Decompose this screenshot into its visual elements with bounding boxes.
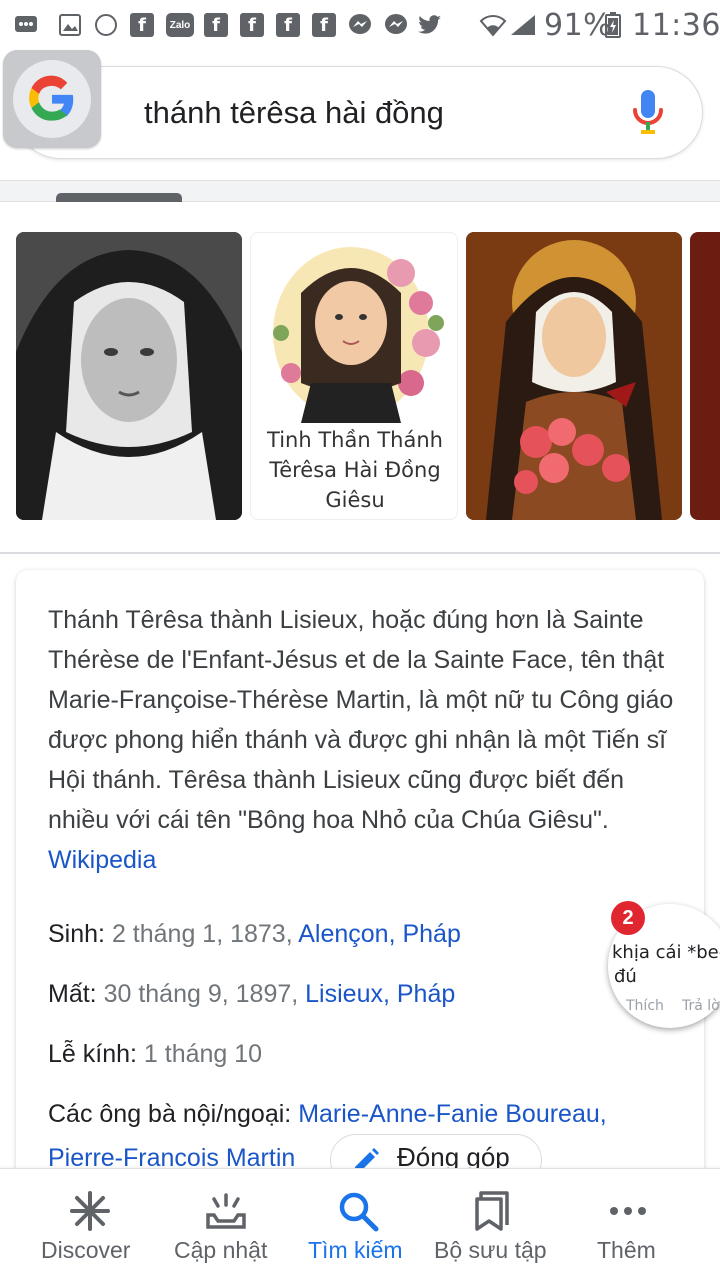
- search-query[interactable]: thánh têrêsa hài đồng: [144, 95, 444, 131]
- description: Thánh Têrêsa thành Lisieux, hoặc đúng hơ…: [48, 600, 678, 880]
- image-carousel: Tinh Thần Thánh Têrêsa Hài Đồng Giêsu: [0, 232, 720, 522]
- facebook-icon: f: [240, 13, 264, 37]
- image-thumbnail[interactable]: Tinh Thần Thánh Têrêsa Hài Đồng Giêsu: [250, 232, 458, 520]
- nav-label: Cập nhật: [174, 1237, 268, 1263]
- zalo-icon: Zalo: [166, 13, 194, 37]
- fact-value: 30 tháng 9, 1897,: [103, 980, 299, 1008]
- facebook-icon: f: [276, 13, 300, 37]
- collections-icon: [475, 1191, 509, 1231]
- fact-feast: Lễ kính: 1 tháng 10: [48, 1034, 688, 1074]
- nav-collections[interactable]: Bộ sưu tập: [428, 1169, 558, 1280]
- image-thumbnail[interactable]: [466, 232, 682, 520]
- messenger-icon: [348, 13, 372, 37]
- fact-label: Mất:: [48, 980, 97, 1008]
- search-icon: [339, 1192, 379, 1232]
- chat-message: khịa cái *beep: [612, 942, 720, 963]
- facebook-icon: f: [312, 13, 336, 37]
- fact-birth: Sinh: 2 tháng 1, 1873, Alençon, Pháp: [48, 914, 688, 954]
- messenger-icon: [384, 13, 408, 37]
- tab-indicator: [56, 193, 182, 202]
- fact-label: Các ông bà nội/ngoại:: [48, 1100, 292, 1128]
- facebook-icon: f: [130, 13, 154, 37]
- signal-icon: [508, 13, 538, 37]
- nav-label: Bộ sưu tập: [434, 1237, 547, 1263]
- grandparent-link[interactable]: Marie-Anne-Fanie Boureau,: [298, 1100, 607, 1128]
- status-bar: f Zalo f f f f 91% 11:36: [0, 0, 720, 50]
- nav-label: Discover: [41, 1237, 131, 1263]
- deathplace-link[interactable]: Lisieux, Pháp: [305, 980, 455, 1008]
- google-g-icon[interactable]: [3, 50, 101, 148]
- fact-grandparents: Các ông bà nội/ngoại: Marie-Anne-Fanie B…: [48, 1094, 688, 1134]
- twitter-icon: [418, 13, 442, 37]
- more-icon: [610, 1207, 646, 1215]
- chat-reply: Trả lời: [682, 998, 720, 1014]
- wikipedia-link[interactable]: Wikipedia: [48, 846, 156, 874]
- circle-icon: [94, 13, 118, 37]
- clock: 11:36: [632, 8, 720, 43]
- image-caption: Tinh Thần Thánh Têrêsa Hài Đồng Giêsu: [267, 428, 443, 512]
- description-text: Thánh Têrêsa thành Lisieux, hoặc đúng hơ…: [48, 606, 674, 834]
- nav-label: Thêm: [597, 1237, 656, 1263]
- nav-discover[interactable]: Discover: [30, 1169, 150, 1280]
- chat-message: đú: [614, 966, 637, 987]
- bottom-navigation: Discover Cập nhật Tìm kiếm Bộ sưu tập Th…: [0, 1168, 720, 1280]
- battery-percent: 91%: [544, 8, 613, 43]
- fact-label: Lễ kính:: [48, 1040, 137, 1068]
- fact-value: 1 tháng 10: [143, 1040, 263, 1068]
- nav-search[interactable]: Tìm kiếm: [298, 1169, 418, 1280]
- battery-icon: [604, 12, 622, 38]
- gallery-icon: [58, 13, 82, 37]
- section-divider: [0, 552, 720, 554]
- microphone-icon[interactable]: [630, 88, 666, 138]
- updates-icon: [206, 1193, 246, 1229]
- nav-label: Tìm kiếm: [308, 1237, 403, 1263]
- fact-death: Mất: 30 tháng 9, 1897, Lisieux, Pháp: [48, 974, 688, 1014]
- facebook-icon: f: [204, 13, 228, 37]
- image-thumbnail[interactable]: [16, 232, 242, 520]
- notification-badge: 2: [611, 901, 645, 935]
- wifi-icon: [478, 13, 508, 37]
- nav-updates[interactable]: Cập nhật: [166, 1169, 286, 1280]
- birthplace-link[interactable]: Alençon, Pháp: [298, 920, 461, 948]
- message-icon: [14, 13, 38, 37]
- knowledge-panel: Thánh Têrêsa thành Lisieux, hoặc đúng hơ…: [16, 570, 704, 1190]
- image-thumbnail[interactable]: [690, 232, 720, 520]
- asterisk-icon: [70, 1191, 110, 1231]
- nav-more[interactable]: Thêm: [576, 1169, 680, 1280]
- fact-value: 2 tháng 1, 1873,: [111, 920, 293, 948]
- fact-label: Sinh:: [48, 920, 105, 948]
- chat-like: Thích: [626, 998, 664, 1014]
